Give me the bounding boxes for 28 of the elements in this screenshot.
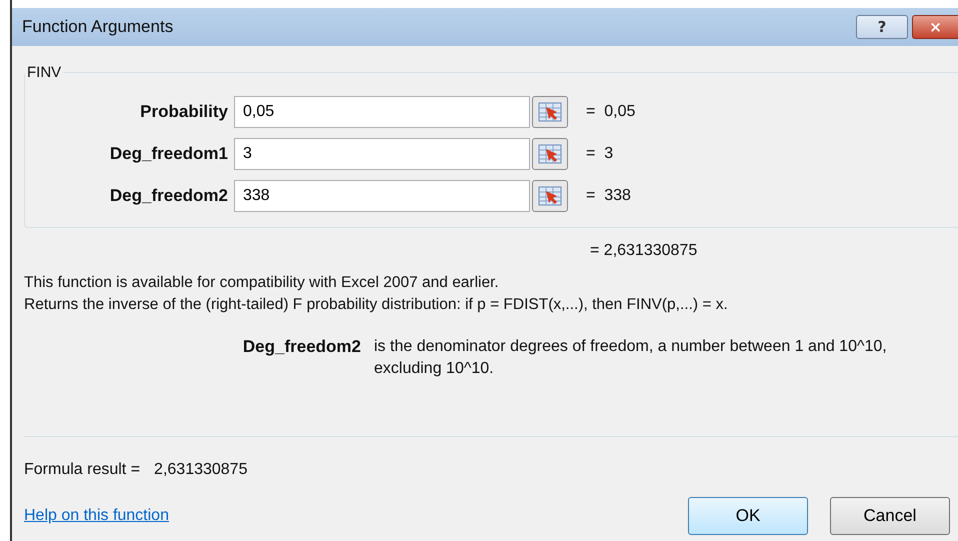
argument-name: Deg_freedom2 <box>242 336 362 358</box>
argument-field[interactable]: 0,05 <box>234 96 530 128</box>
formula-result-value: 2,631330875 <box>154 461 248 479</box>
formula-result-label: Formula result = <box>24 461 140 479</box>
help-button[interactable]: ? <box>856 15 908 39</box>
range-select-button[interactable] <box>532 96 568 128</box>
argument-value: = 338 <box>586 187 631 205</box>
window-title: Function Arguments <box>22 17 174 37</box>
ok-button[interactable]: OK <box>688 497 808 535</box>
argument-label: Deg_freedom2 <box>108 186 229 206</box>
function-result: = 2,631330875 <box>590 242 698 260</box>
range-select-icon <box>538 144 562 164</box>
description-text: Returns the inverse of the (right-tailed) F probability distribution: if p = FDIST(x,...), then FINV(p,...) = x. <box>24 295 729 315</box>
range-select-button[interactable] <box>532 180 568 212</box>
range-select-icon <box>538 186 562 206</box>
range-select-button[interactable] <box>532 138 568 170</box>
argument-description: is the denominator degrees of freedom, a number between 1 and 10^10, excluding 10^10. <box>374 337 888 379</box>
argument-value: = 3 <box>586 145 614 163</box>
help-link[interactable]: Help on this function <box>24 507 666 525</box>
argument-value: = 0,05 <box>586 103 636 121</box>
description-text: This function is available for compatibility with Excel 2007 and earlier. <box>24 273 500 293</box>
argument-field[interactable]: 338 <box>234 180 530 212</box>
argument-label: Deg_freedom1 <box>108 144 229 164</box>
argument-label: Probability <box>139 102 229 122</box>
argument-field[interactable]: 3 <box>234 138 530 170</box>
cancel-button[interactable]: Cancel <box>830 497 950 535</box>
function-name: FINV <box>26 64 62 81</box>
range-select-icon <box>538 102 562 122</box>
